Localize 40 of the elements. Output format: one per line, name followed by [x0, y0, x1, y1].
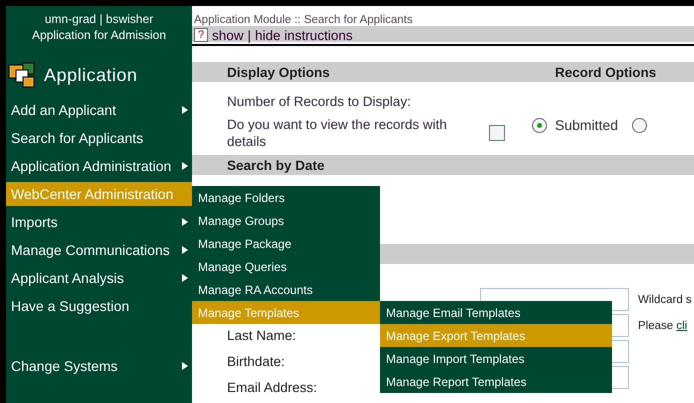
- menu-item[interactable]: Application Administration: [6, 154, 192, 178]
- radio-button[interactable]: [632, 118, 648, 132]
- menu-item[interactable]: Manage Communications: [6, 238, 192, 262]
- help-link[interactable]: cli: [676, 320, 688, 332]
- field-label: Birthdate:: [227, 355, 285, 369]
- site-user: umn-grad | bswisher: [44, 12, 154, 26]
- radio-button[interactable]: [532, 118, 547, 132]
- field-label: Email Address:: [227, 381, 318, 395]
- help-icon: ?: [194, 28, 208, 42]
- show-link[interactable]: show: [212, 28, 244, 42]
- section-title: Search by Date: [226, 158, 325, 172]
- submenu-item[interactable]: Manage Package: [192, 232, 380, 255]
- option-label: Do you want to view the records with details: [227, 116, 448, 150]
- submenu-item[interactable]: Manage Folders: [192, 186, 380, 209]
- field-label: Last Name:: [227, 329, 296, 343]
- submenu-item[interactable]: Manage Import Templates: [380, 347, 612, 370]
- option-label: Number of Records to Display:: [227, 93, 412, 110]
- menu-item[interactable]: Imports: [6, 210, 192, 234]
- submenu-item[interactable]: Manage Report Templates: [380, 370, 612, 393]
- separator: |: [248, 28, 252, 42]
- menu-item[interactable]: Search for Applicants: [6, 126, 192, 150]
- section-title: Display Options: [226, 64, 331, 80]
- menu-item[interactable]: Change Systems: [6, 354, 192, 378]
- menu-item[interactable]: Applicant Analysis: [6, 266, 192, 290]
- submenu-item[interactable]: Manage Groups: [192, 209, 380, 232]
- app-title: Application: [44, 64, 138, 86]
- field-note: Wildcard s: [638, 294, 692, 306]
- menu-item[interactable]: Have a Suggestion: [6, 294, 192, 318]
- field-note: Please cli: [638, 320, 688, 332]
- hide-instructions-link[interactable]: hide instructions: [255, 28, 353, 42]
- submenu-item[interactable]: Manage Email Templates: [380, 301, 612, 324]
- record-radio[interactable]: Submitted: [532, 97, 618, 153]
- submenu-item[interactable]: Manage RA Accounts: [192, 278, 380, 301]
- system-name: Application for Admission: [32, 28, 166, 42]
- section-title: Record Options: [555, 64, 656, 80]
- menu-item[interactable]: Add an Applicant: [6, 98, 192, 122]
- breadcrumb: Application Module :: Search for Applicants: [193, 13, 414, 26]
- details-checkbox[interactable]: [489, 125, 505, 141]
- logo-icon: [8, 62, 36, 88]
- submenu-item[interactable]: Manage Queries: [192, 255, 380, 278]
